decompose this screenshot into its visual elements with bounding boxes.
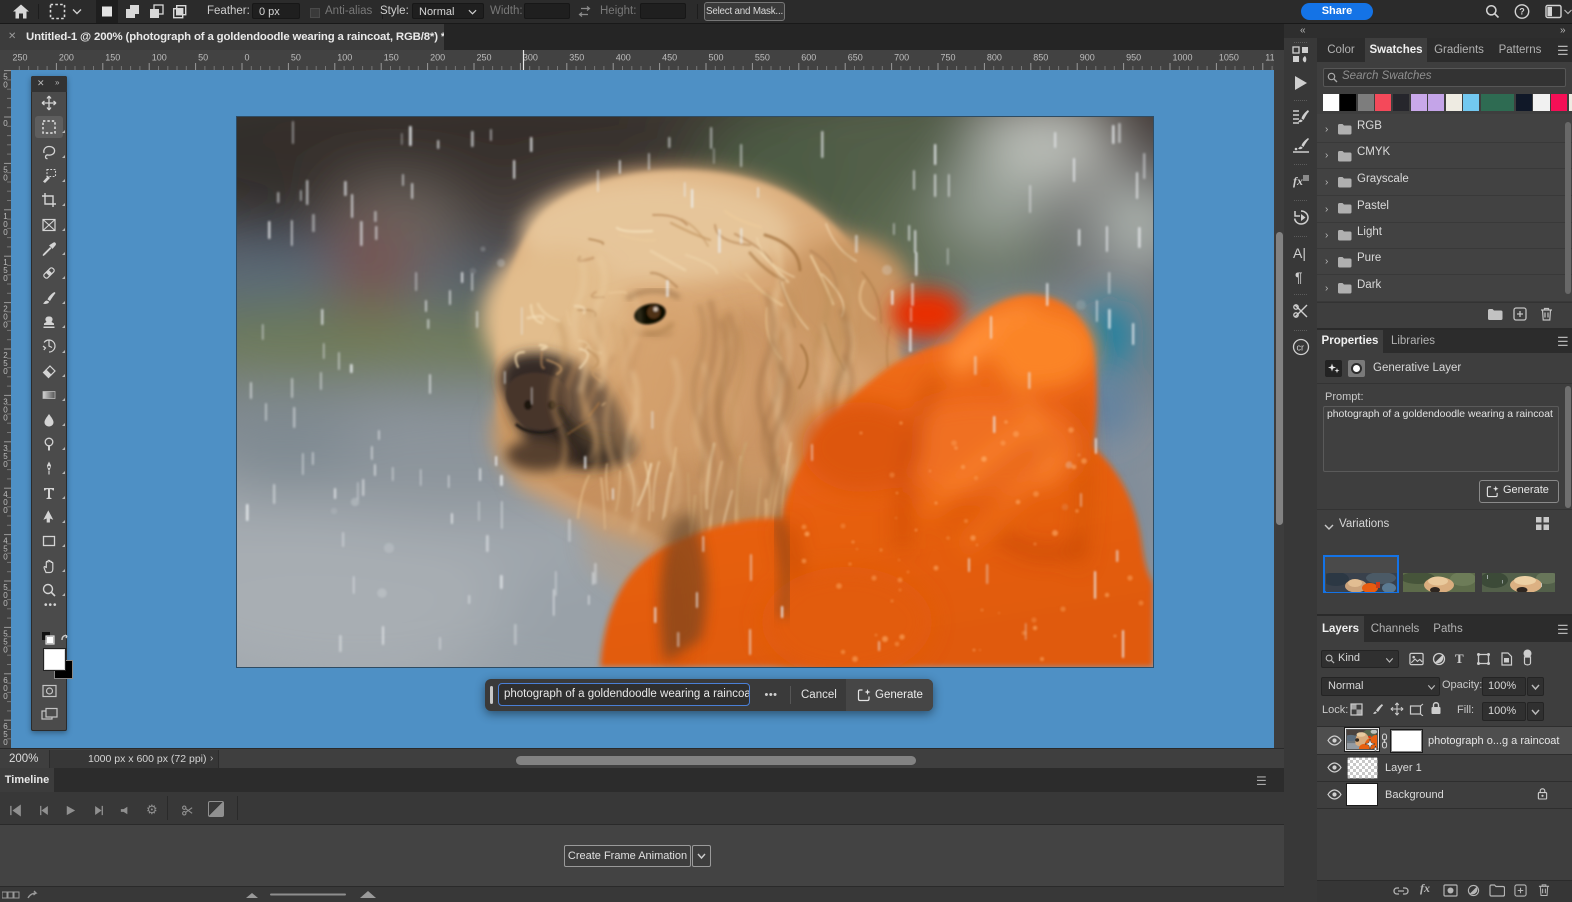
svg-text:550: 550 <box>755 53 770 63</box>
svg-text:0: 0 <box>3 506 8 515</box>
svg-text:0: 0 <box>3 738 8 747</box>
svg-text:0: 0 <box>3 274 8 283</box>
svg-text:1000: 1000 <box>1173 53 1193 63</box>
svg-text:100: 100 <box>152 53 167 63</box>
svg-text:850: 850 <box>1033 53 1048 63</box>
svg-text:250: 250 <box>13 53 28 63</box>
svg-text:150: 150 <box>105 53 120 63</box>
svg-text:0: 0 <box>3 173 8 182</box>
svg-text:250: 250 <box>477 53 492 63</box>
svg-text:cr: cr <box>1297 343 1305 353</box>
svg-text:400: 400 <box>616 53 631 63</box>
svg-text:350: 350 <box>569 53 584 63</box>
svg-text:450: 450 <box>662 53 677 63</box>
svg-text:0: 0 <box>3 413 8 422</box>
svg-text:0: 0 <box>3 228 8 237</box>
svg-text:800: 800 <box>987 53 1002 63</box>
svg-text:¶: ¶ <box>1295 269 1303 285</box>
svg-text:A|: A| <box>1293 245 1306 261</box>
svg-text:?: ? <box>1519 7 1525 17</box>
svg-text:950: 950 <box>1126 53 1141 63</box>
svg-text:0: 0 <box>3 81 8 90</box>
svg-text:700: 700 <box>894 53 909 63</box>
svg-text:0: 0 <box>3 645 8 654</box>
svg-text:50: 50 <box>198 53 208 63</box>
svg-text:0: 0 <box>3 599 8 608</box>
svg-text:200: 200 <box>59 53 74 63</box>
svg-text:0: 0 <box>3 321 8 330</box>
svg-text:0: 0 <box>3 553 8 562</box>
svg-text:500: 500 <box>709 53 724 63</box>
svg-text:150: 150 <box>384 53 399 63</box>
svg-text:100: 100 <box>337 53 352 63</box>
svg-text:0: 0 <box>245 53 250 63</box>
svg-text:50: 50 <box>291 53 301 63</box>
svg-text:200: 200 <box>430 53 445 63</box>
svg-text:1050: 1050 <box>1219 53 1239 63</box>
svg-text:0: 0 <box>3 367 8 376</box>
svg-text:0: 0 <box>3 692 8 701</box>
svg-text:0: 0 <box>3 460 8 469</box>
svg-text:fx: fx <box>1293 174 1303 188</box>
svg-text:1100: 1100 <box>1265 53 1274 63</box>
svg-text:650: 650 <box>848 53 863 63</box>
svg-text:600: 600 <box>801 53 816 63</box>
svg-text:900: 900 <box>1080 53 1095 63</box>
svg-text:750: 750 <box>941 53 956 63</box>
svg-text:300: 300 <box>523 53 538 63</box>
